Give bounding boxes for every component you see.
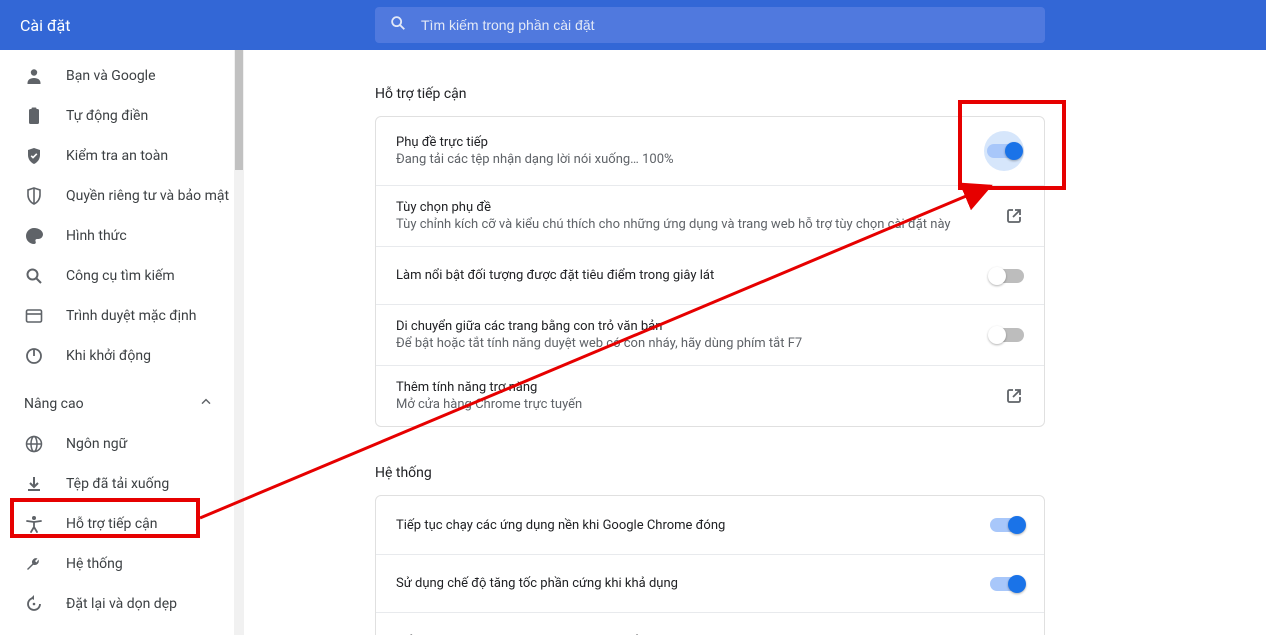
system-row-0: Tiếp tục chạy các ứng dụng nền khi Googl…: [376, 496, 1044, 554]
sidebar-item-label: Trình duyệt mặc định: [66, 308, 197, 324]
setting-row-title: Làm nổi bật đối tượng được đặt tiêu điểm…: [396, 268, 978, 283]
setting-row-title: Sử dụng chế độ tăng tốc phần cứng khi kh…: [396, 576, 978, 591]
sidebar-item-label: Khi khởi động: [66, 348, 151, 364]
sidebar-item-label: Quyền riêng tư và bảo mật: [66, 188, 229, 204]
sidebar-item-4[interactable]: Hình thức: [0, 216, 234, 256]
setting-row-title: Di chuyển giữa các trang bằng con trỏ vă…: [396, 319, 978, 334]
sidebar-scrollbar[interactable]: [234, 50, 244, 635]
search-icon: [24, 266, 44, 286]
accessibility-row-2: Làm nổi bật đối tượng được đặt tiêu điểm…: [376, 246, 1044, 304]
sidebar-item-label: Hệ thống: [66, 556, 123, 572]
sidebar-item-label: Tự động điền: [66, 108, 148, 124]
sidebar-item-adv-2[interactable]: Hỗ trợ tiếp cận: [0, 504, 234, 544]
accessibility-row-3: Di chuyển giữa các trang bằng con trỏ vă…: [376, 304, 1044, 365]
scrollbar-thumb[interactable]: [235, 50, 243, 170]
sidebar-item-6[interactable]: Trình duyệt mặc định: [0, 296, 234, 336]
sidebar-item-2[interactable]: Kiểm tra an toàn: [0, 136, 234, 176]
setting-row-title: Tiếp tục chạy các ứng dụng nền khi Googl…: [396, 518, 978, 533]
power-icon: [24, 346, 44, 366]
main-content: Hỗ trợ tiếp cận Phụ đề trực tiếp Đang tải…: [244, 50, 1266, 635]
search-input[interactable]: [421, 17, 1031, 33]
sidebar-advanced-label: Nâng cao: [24, 396, 84, 412]
toggle-switch[interactable]: [990, 328, 1024, 342]
restore-icon: [24, 594, 44, 614]
sidebar-item-adv-4[interactable]: Đặt lại và dọn dẹp: [0, 584, 234, 624]
sidebar-item-7[interactable]: Khi khởi động: [0, 336, 234, 376]
sidebar-item-adv-3[interactable]: Hệ thống: [0, 544, 234, 584]
person-icon: [24, 66, 44, 86]
search-icon: [389, 14, 407, 36]
setting-row-subtitle: Để bật hoặc tắt tính năng duyệt web có c…: [396, 336, 978, 351]
sidebar-item-label: Tệp đã tải xuống: [66, 476, 169, 492]
header-bar: Cài đặt: [0, 0, 1266, 50]
shield-check-icon: [24, 146, 44, 166]
sidebar-item-label: Công cụ tìm kiếm: [66, 268, 175, 284]
accessibility-card: Phụ đề trực tiếp Đang tải các tệp nhận dạ…: [375, 116, 1045, 427]
palette-icon: [24, 226, 44, 246]
system-row-2[interactable]: Mở tùy chọn cài đặt proxy trên máy tính …: [376, 612, 1044, 635]
setting-row-title: Tùy chọn phụ đề: [396, 200, 992, 215]
wrench-icon: [24, 554, 44, 574]
accessibility-row-1[interactable]: Tùy chọn phụ đề Tùy chỉnh kích cỡ và kiểu…: [376, 185, 1044, 246]
chevron-up-icon: [198, 394, 214, 414]
system-card: Tiếp tục chạy các ứng dụng nền khi Googl…: [375, 495, 1045, 635]
external-link-icon[interactable]: [1004, 632, 1024, 635]
sidebar-item-label: Hỗ trợ tiếp cận: [66, 516, 158, 532]
download-icon: [24, 474, 44, 494]
sidebar-item-label: Bạn và Google: [66, 68, 156, 84]
sidebar-item-0[interactable]: Bạn và Google: [0, 56, 234, 96]
section-title-accessibility: Hỗ trợ tiếp cận: [375, 86, 1045, 102]
sidebar-item-label: Hình thức: [66, 228, 127, 244]
toggle-switch[interactable]: [990, 577, 1024, 591]
sidebar-item-1[interactable]: Tự động điền: [0, 96, 234, 136]
accessibility-row-4[interactable]: Thêm tính năng trợ năng Mở cửa hàng Chrom…: [376, 365, 1044, 426]
external-link-icon[interactable]: [1004, 386, 1024, 406]
setting-row-subtitle: Đang tải các tệp nhận dạng lời nói xuống…: [396, 152, 972, 167]
external-link-icon[interactable]: [1004, 206, 1024, 226]
sidebar: Bạn và Google Tự động điền Kiểm tra an toà…: [0, 50, 234, 635]
globe-icon: [24, 434, 44, 454]
setting-row-title: Thêm tính năng trợ năng: [396, 380, 992, 395]
toggle-switch[interactable]: [990, 518, 1024, 532]
setting-row-subtitle: Tùy chỉnh kích cỡ và kiểu chú thích cho …: [396, 217, 992, 232]
section-title-system: Hệ thống: [375, 465, 1045, 481]
setting-row-subtitle: Mở cửa hàng Chrome trực tuyến: [396, 397, 992, 412]
sidebar-item-3[interactable]: Quyền riêng tư và bảo mật: [0, 176, 234, 216]
toggle-switch[interactable]: [990, 269, 1024, 283]
sidebar-item-adv-0[interactable]: Ngôn ngữ: [0, 424, 234, 464]
app-title: Cài đặt: [20, 16, 70, 35]
accessibility-row-0: Phụ đề trực tiếp Đang tải các tệp nhận dạ…: [376, 117, 1044, 185]
clipboard-icon: [24, 106, 44, 126]
sidebar-item-adv-1[interactable]: Tệp đã tải xuống: [0, 464, 234, 504]
sidebar-item-label: Đặt lại và dọn dẹp: [66, 596, 177, 612]
sidebar-advanced-toggle[interactable]: Nâng cao: [0, 384, 234, 424]
browser-icon: [24, 306, 44, 326]
toggle-switch[interactable]: [984, 131, 1024, 171]
sidebar-item-5[interactable]: Công cụ tìm kiếm: [0, 256, 234, 296]
search-box[interactable]: [375, 7, 1045, 43]
sidebar-item-label: Kiểm tra an toàn: [66, 148, 168, 164]
shield-icon: [24, 186, 44, 206]
accessibility-icon: [24, 514, 44, 534]
sidebar-item-label: Ngôn ngữ: [66, 436, 127, 452]
setting-row-title: Phụ đề trực tiếp: [396, 135, 972, 150]
system-row-1: Sử dụng chế độ tăng tốc phần cứng khi kh…: [376, 554, 1044, 612]
